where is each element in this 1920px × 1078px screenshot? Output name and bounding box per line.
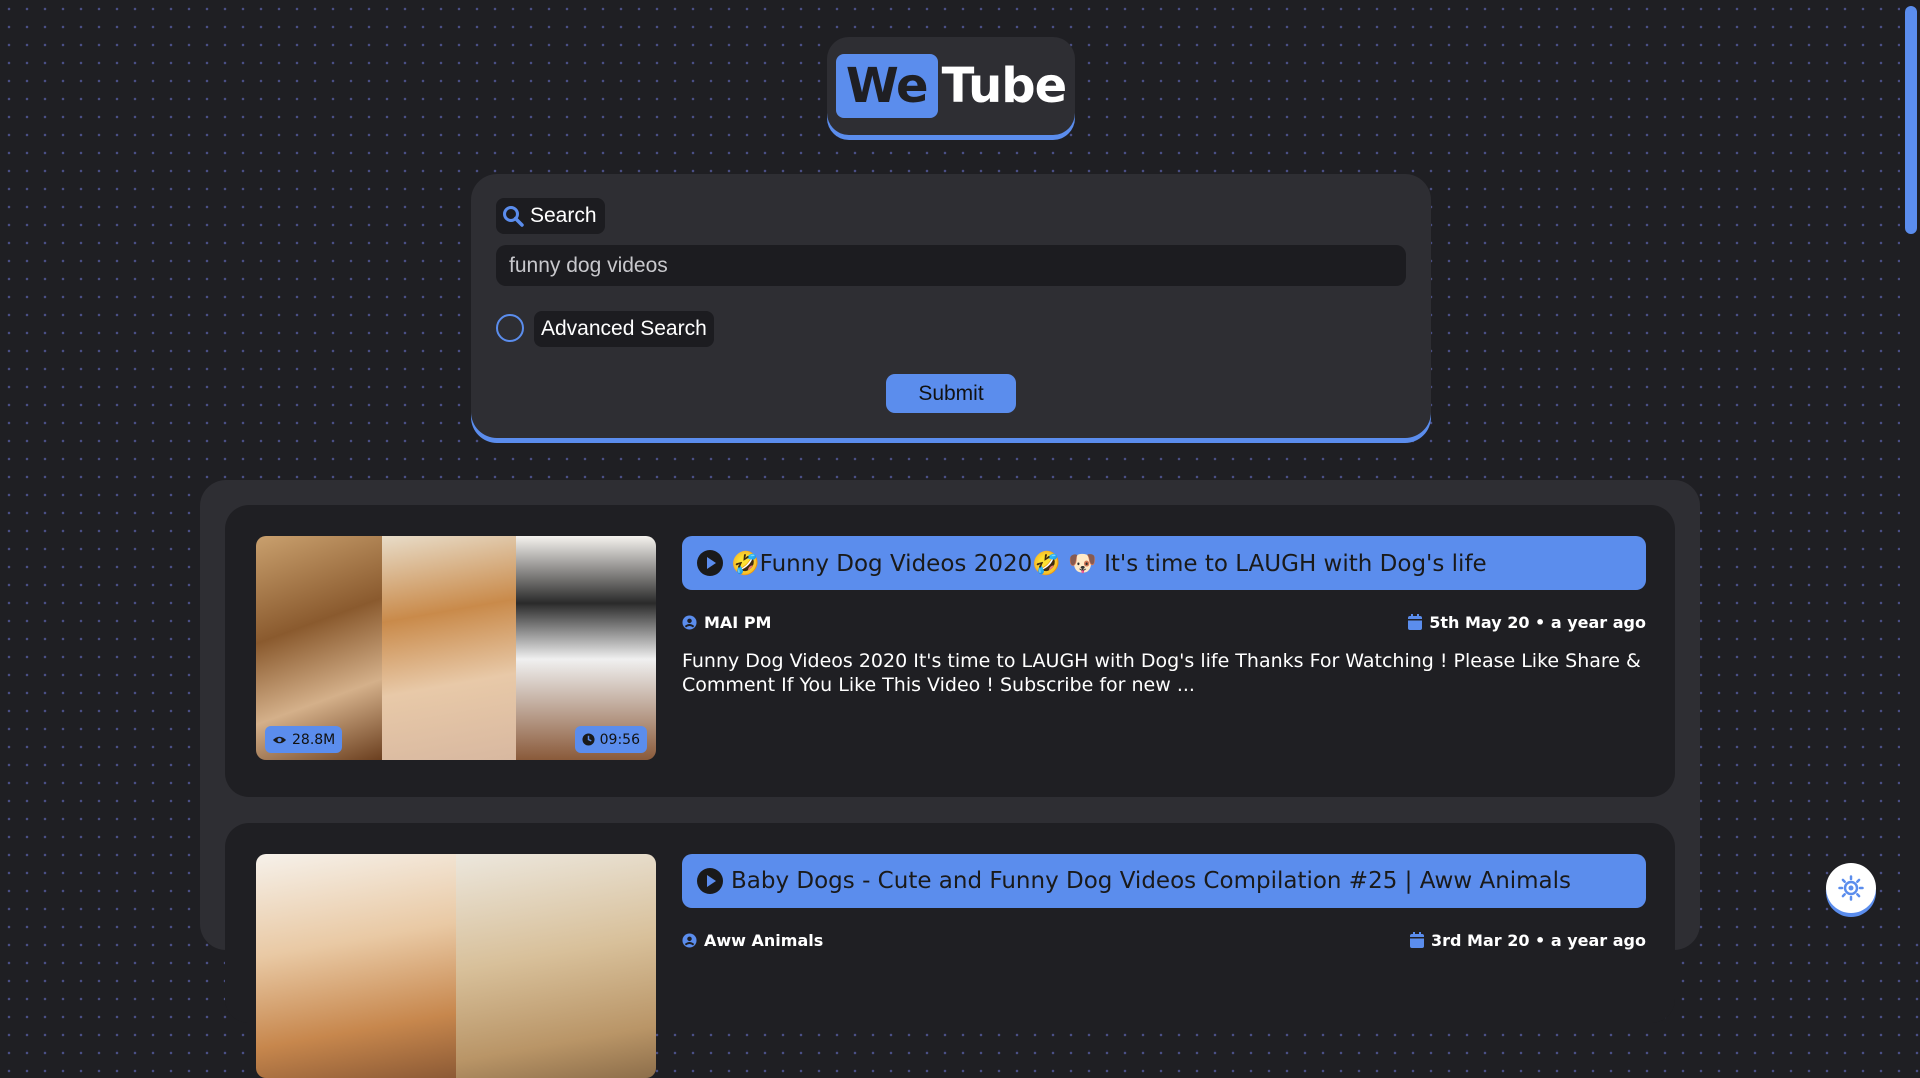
user-icon xyxy=(682,932,697,948)
search-label-text: Search xyxy=(530,204,597,227)
user-icon xyxy=(682,614,697,630)
submit-button[interactable]: Submit xyxy=(886,374,1016,413)
upload-date: 3rd Mar 20 • a year ago xyxy=(1409,930,1646,950)
advanced-search-toggle[interactable] xyxy=(496,314,524,342)
channel-name: Aww Animals xyxy=(704,930,824,950)
logo-tube: Tube xyxy=(941,58,1068,114)
video-title[interactable]: 🤣Funny Dog Videos 2020🤣 🐶 It's time to L… xyxy=(682,536,1646,590)
advanced-search-label[interactable]: Advanced Search xyxy=(534,311,714,347)
search-label: Search xyxy=(496,198,605,234)
search-input[interactable] xyxy=(496,245,1406,286)
sun-icon xyxy=(1838,875,1864,901)
results-panel: 28.8M 09:56 🤣Funny Dog Videos 2020🤣 🐶 It… xyxy=(200,480,1700,1078)
video-title[interactable]: Baby Dogs - Cute and Funny Dog Videos Co… xyxy=(682,854,1646,908)
date-text: 3rd Mar 20 • a year ago xyxy=(1430,930,1646,950)
eye-icon xyxy=(272,736,287,743)
video-thumbnail[interactable] xyxy=(256,854,656,1078)
search-icon xyxy=(503,206,524,227)
video-meta: Aww Animals 3rd Mar 20 • a year ago xyxy=(682,929,1646,951)
video-title-text: Baby Dogs - Cute and Funny Dog Videos Co… xyxy=(731,868,1572,894)
thumbnail-pane xyxy=(382,536,516,760)
video-card[interactable]: 28.8M 09:56 🤣Funny Dog Videos 2020🤣 🐶 It… xyxy=(225,505,1675,797)
video-card[interactable]: Baby Dogs - Cute and Funny Dog Videos Co… xyxy=(225,823,1675,1078)
duration-badge: 09:56 xyxy=(574,726,647,753)
channel[interactable]: Aww Animals xyxy=(682,931,823,950)
video-description: Funny Dog Videos 2020 It's time to LAUGH… xyxy=(682,650,1641,696)
logo-we: We xyxy=(835,54,938,118)
views-badge: 28.8M xyxy=(265,726,343,753)
video-meta: MAI PM 5th May 20 • a year ago xyxy=(682,611,1646,633)
theme-toggle-button[interactable] xyxy=(1826,863,1876,913)
duration: 09:56 xyxy=(599,731,640,748)
thumbnail-pane xyxy=(256,854,456,1078)
clock-icon xyxy=(582,733,595,746)
search-panel: Search Advanced Search Submit xyxy=(471,174,1431,438)
channel-name: MAI PM xyxy=(704,612,772,632)
channel[interactable]: MAI PM xyxy=(682,613,771,632)
scrollbar[interactable] xyxy=(1900,0,1920,937)
calendar-icon xyxy=(1408,614,1423,630)
video-thumbnail[interactable]: 28.8M 09:56 xyxy=(256,536,656,760)
wetube-logo[interactable]: We Tube xyxy=(827,37,1075,135)
play-icon xyxy=(697,550,723,576)
scrollbar-thumb[interactable] xyxy=(1905,6,1917,234)
calendar-icon xyxy=(1409,932,1424,948)
date-text: 5th May 20 • a year ago xyxy=(1429,612,1646,632)
views-count: 28.8M xyxy=(292,731,336,748)
thumbnail-pane xyxy=(456,854,656,1078)
play-icon xyxy=(697,868,723,894)
video-title-text: 🤣Funny Dog Videos 2020🤣 🐶 It's time to L… xyxy=(731,550,1487,577)
upload-date: 5th May 20 • a year ago xyxy=(1408,613,1646,632)
